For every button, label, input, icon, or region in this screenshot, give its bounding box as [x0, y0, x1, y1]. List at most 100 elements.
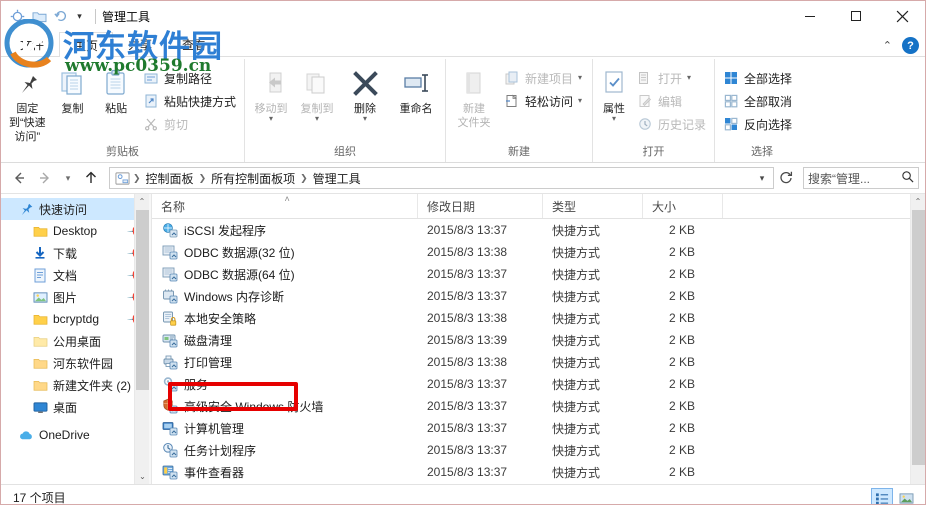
ribbon-easy-access-button[interactable]: 轻松访问 ▾ [500, 90, 586, 112]
breadcrumb-item-control-panel[interactable]: 控制面板 [143, 170, 197, 187]
ribbon-pin-quick-access-button[interactable]: 固定到“快速访问” [5, 63, 50, 144]
ribbon-history-button[interactable]: 历史记录 [633, 113, 710, 135]
sidebar-item-documents[interactable]: 文档 📌 [1, 264, 149, 286]
computer-management-icon [161, 420, 178, 437]
new-folder-icon[interactable] [29, 6, 49, 26]
chevron-down-icon[interactable]: ▾ [315, 115, 319, 123]
sidebar-item-onedrive[interactable]: OneDrive [1, 424, 149, 446]
tab-view[interactable]: 查看 [167, 31, 221, 56]
chevron-down-icon[interactable]: ▾ [578, 97, 582, 105]
table-row[interactable]: 事件查看器 2015/8/3 13:37 快捷方式 2 KB [152, 461, 925, 483]
table-row[interactable]: 计算机管理 2015/8/3 13:37 快捷方式 2 KB [152, 417, 925, 439]
sidebar-item-bcryptdg[interactable]: bcryptdg 📌 [1, 308, 149, 330]
forward-button[interactable] [33, 166, 57, 190]
tab-file[interactable]: 文件 [5, 31, 59, 56]
table-row[interactable]: 服务 2015/8/3 13:37 快捷方式 2 KB [152, 373, 925, 395]
ribbon-copy-path-button[interactable]: 复制路径 [139, 67, 240, 89]
scroll-up-icon[interactable]: ⌃ [135, 194, 149, 209]
customize-qat-caret-icon[interactable]: ▾ [73, 11, 86, 22]
large-icons-view-button[interactable] [895, 488, 917, 504]
ribbon-select-all-button[interactable]: 全部选择 [719, 67, 796, 89]
ribbon-paste-shortcut-button[interactable]: 粘贴快捷方式 [139, 90, 240, 112]
ribbon-properties-button[interactable]: 属性 ▾ [597, 63, 631, 137]
column-header-size[interactable]: 大小 [643, 194, 723, 218]
column-header-name[interactable]: ˄ 名称 [152, 194, 418, 218]
ribbon-copy-button[interactable]: 复制 [52, 63, 94, 137]
chevron-down-icon[interactable]: ▾ [612, 115, 616, 123]
sidebar-item-downloads[interactable]: 下载 📌 [1, 242, 149, 264]
search-icon[interactable] [901, 170, 914, 186]
sidebar-item-label: Desktop [53, 224, 98, 238]
refresh-icon[interactable] [776, 170, 796, 187]
chevron-up-icon[interactable]: ⌃ [883, 39, 892, 52]
back-button[interactable] [7, 166, 31, 190]
scroll-up-icon[interactable]: ⌃ [911, 194, 925, 209]
properties-icon[interactable] [7, 6, 27, 26]
paste-icon [103, 67, 129, 99]
chevron-down-icon[interactable]: ▾ [687, 74, 691, 82]
scrollbar-thumb[interactable] [136, 210, 149, 390]
open-icon [637, 70, 653, 86]
ribbon-invert-selection-button[interactable]: 反向选择 [719, 113, 796, 135]
sidebar-item-hedong[interactable]: 河东软件园 [1, 352, 149, 374]
ribbon-open-button[interactable]: 打开 ▾ [633, 67, 710, 89]
ribbon-new-item-button[interactable]: 新建项目 ▾ [500, 67, 586, 89]
table-row[interactable]: 任务计划程序 2015/8/3 13:37 快捷方式 2 KB [152, 439, 925, 461]
up-button[interactable] [79, 166, 103, 190]
undo-icon[interactable] [51, 6, 71, 26]
scrollbar-thumb[interactable] [912, 210, 925, 465]
local-security-icon [161, 310, 178, 327]
scroll-down-icon[interactable]: ⌄ [135, 469, 149, 484]
recent-locations-button[interactable]: ▾ [59, 166, 77, 190]
breadcrumb-item-admin-tools[interactable]: 管理工具 [310, 170, 364, 187]
table-row[interactable]: 本地安全策略 2015/8/3 13:38 快捷方式 2 KB [152, 307, 925, 329]
table-row[interactable]: ODBC 数据源(64 位) 2015/8/3 13:37 快捷方式 2 KB [152, 263, 925, 285]
control-panel-icon[interactable] [114, 170, 131, 187]
sidebar-item-new-folder-2[interactable]: 新建文件夹 (2) [1, 374, 149, 396]
tab-home[interactable]: 主页 [59, 32, 114, 57]
table-row[interactable]: 磁盘清理 2015/8/3 13:39 快捷方式 2 KB [152, 329, 925, 351]
column-header-modified-label: 修改日期 [427, 199, 476, 214]
ribbon-cut-button[interactable]: 剪切 [139, 113, 240, 135]
sidebar-item-desktop-en[interactable]: Desktop 📌 [1, 220, 149, 242]
table-row[interactable]: 打印管理 2015/8/3 13:38 快捷方式 2 KB [152, 351, 925, 373]
minimize-button[interactable] [787, 1, 833, 31]
maximize-button[interactable] [833, 1, 879, 31]
ribbon-select-none-button[interactable]: 全部取消 [719, 90, 796, 112]
ribbon-delete-button[interactable]: 删除 ▾ [341, 63, 389, 137]
ribbon-copy-to-button[interactable]: 复制到 ▾ [295, 63, 339, 137]
chevron-down-icon[interactable]: ▾ [753, 173, 771, 184]
details-view-button[interactable] [871, 488, 893, 504]
chevron-down-icon[interactable]: ▾ [578, 74, 582, 82]
ribbon-edit-button[interactable]: 编辑 [633, 90, 710, 112]
table-row[interactable]: ODBC 数据源(32 位) 2015/8/3 13:38 快捷方式 2 KB [152, 241, 925, 263]
chevron-down-icon[interactable]: ▾ [269, 115, 273, 123]
edit-icon [637, 93, 653, 109]
table-row[interactable]: 高级安全 Windows 防火墙 2015/8/3 13:37 快捷方式 2 K… [152, 395, 925, 417]
table-row[interactable]: iSCSI 发起程序 2015/8/3 13:37 快捷方式 2 KB [152, 219, 925, 241]
ribbon-rename-button[interactable]: 重命名 [391, 63, 441, 137]
column-header-modified[interactable]: 修改日期 [418, 194, 543, 218]
breadcrumb-item-all-items[interactable]: 所有控制面板项 [208, 170, 298, 187]
sidebar-item-quick-access[interactable]: 快速访问 [1, 198, 149, 220]
file-list-scrollbar[interactable]: ⌃ [910, 194, 925, 484]
close-button[interactable] [879, 1, 925, 31]
breadcrumb-bar[interactable]: ❯ 控制面板 ❯ 所有控制面板项 ❯ 管理工具 ▾ [109, 167, 774, 189]
navigation-scrollbar[interactable]: ⌃ ⌄ [134, 194, 149, 484]
file-size-cell: 2 KB [668, 465, 695, 479]
chevron-down-icon[interactable]: ▾ [363, 115, 367, 123]
ribbon-move-to-button[interactable]: 移动到 ▾ [249, 63, 293, 137]
help-icon[interactable]: ? [902, 37, 919, 54]
sidebar-item-pictures[interactable]: 图片 📌 [1, 286, 149, 308]
sidebar-item-label: 快速访问 [39, 202, 88, 217]
search-input[interactable]: 搜索“管理... [808, 170, 901, 187]
search-box[interactable]: 搜索“管理... [803, 167, 919, 189]
sidebar-item-desktop-cn[interactable]: 桌面 [1, 396, 149, 418]
file-name-label: ODBC 数据源(64 位) [184, 267, 295, 282]
table-row[interactable]: Windows 内存诊断 2015/8/3 13:37 快捷方式 2 KB [152, 285, 925, 307]
ribbon-paste-button[interactable]: 粘贴 [95, 63, 137, 137]
column-header-type[interactable]: 类型 [543, 194, 643, 218]
ribbon-new-folder-button[interactable]: 新建 文件夹 [450, 63, 498, 137]
sidebar-item-public-desktop[interactable]: 公用桌面 [1, 330, 149, 352]
tab-share[interactable]: 共享 [113, 31, 167, 56]
